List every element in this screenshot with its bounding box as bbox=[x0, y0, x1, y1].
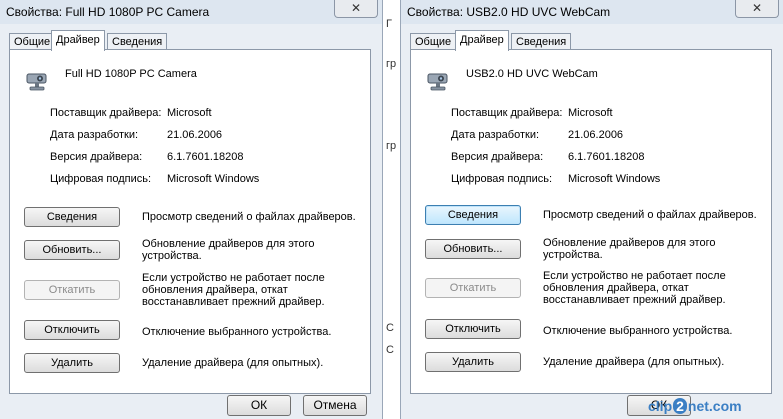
right-uninstall-button[interactable]: Удалить bbox=[425, 352, 521, 372]
left-tab-general[interactable]: Общие bbox=[9, 33, 56, 50]
left-cancel-button[interactable]: Отмена bbox=[303, 395, 367, 416]
right-provider-value: Microsoft bbox=[568, 107, 613, 119]
background-window-strip: Г гр гр С С bbox=[383, 0, 400, 419]
webcam-icon bbox=[427, 73, 448, 91]
right-rollback-description: Если устройство не работает после обновл… bbox=[543, 270, 726, 306]
background-fragment: Г bbox=[386, 18, 392, 30]
right-properties-window: Свойства: USB2.0 HD UVC WebCam ✕ Общие Д… bbox=[400, 0, 783, 419]
left-details-description: Просмотр сведений о файлах драйверов. bbox=[142, 211, 356, 223]
right-details-button[interactable]: Сведения bbox=[425, 205, 521, 225]
left-provider-label: Поставщик драйвера: bbox=[50, 107, 162, 119]
left-driver-panel: Full HD 1080P PC Camera Поставщик драйве… bbox=[9, 49, 371, 394]
right-titlebar: Свойства: USB2.0 HD UVC WebCam bbox=[401, 0, 783, 24]
left-signature-label: Цифровая подпись: bbox=[50, 173, 152, 185]
right-tab-general[interactable]: Общие bbox=[410, 33, 457, 50]
right-signature-value: Microsoft Windows bbox=[568, 173, 661, 185]
left-provider-value: Microsoft bbox=[167, 107, 212, 119]
watermark-text-middle: 2 bbox=[673, 398, 687, 414]
left-version-value: 6.1.7601.18208 bbox=[167, 151, 244, 163]
left-date-label: Дата разработки: bbox=[50, 129, 139, 141]
watermark-text-left: clip bbox=[648, 398, 673, 414]
right-close-button[interactable]: ✕ bbox=[735, 0, 779, 18]
right-update-button[interactable]: Обновить... bbox=[425, 239, 521, 259]
right-tab-details[interactable]: Сведения bbox=[511, 33, 572, 50]
right-uninstall-description: Удаление драйвера (для опытных). bbox=[543, 356, 725, 368]
watermark-logo: clip 2 net.com bbox=[648, 398, 742, 414]
left-tab-details[interactable]: Сведения bbox=[107, 33, 168, 50]
left-details-button[interactable]: Сведения bbox=[24, 207, 120, 227]
right-details-description: Просмотр сведений о файлах драйверов. bbox=[543, 209, 757, 221]
left-disable-description: Отключение выбранного устройства. bbox=[142, 326, 332, 338]
left-titlebar: Свойства: Full HD 1080P PC Camera bbox=[0, 0, 382, 24]
watermark-text-right: net.com bbox=[687, 398, 742, 414]
left-uninstall-description: Удаление драйвера (для опытных). bbox=[142, 357, 324, 369]
left-ok-button[interactable]: ОК bbox=[227, 395, 291, 416]
right-update-description: Обновление драйверов для этого устройств… bbox=[543, 237, 716, 261]
background-fragment: С bbox=[386, 344, 394, 356]
left-properties-window: Свойства: Full HD 1080P PC Camera ✕ Общи… bbox=[0, 0, 383, 419]
left-update-description: Обновление драйверов для этого устройств… bbox=[142, 238, 315, 262]
left-close-button[interactable]: ✕ bbox=[334, 0, 378, 18]
right-window-title: Свойства: USB2.0 HD UVC WebCam bbox=[407, 5, 611, 19]
left-rollback-description: Если устройство не работает после обновл… bbox=[142, 272, 325, 308]
left-version-label: Версия драйвера: bbox=[50, 151, 143, 163]
left-window-title: Свойства: Full HD 1080P PC Camera bbox=[6, 5, 210, 19]
right-tab-driver[interactable]: Драйвер bbox=[455, 30, 509, 51]
right-rollback-button[interactable]: Откатить bbox=[425, 278, 521, 298]
right-date-label: Дата разработки: bbox=[451, 129, 540, 141]
right-date-value: 21.06.2006 bbox=[568, 129, 624, 141]
background-fragment: гр bbox=[386, 58, 397, 70]
right-device-name: USB2.0 HD UVC WebCam bbox=[466, 68, 598, 80]
right-disable-button[interactable]: Отключить bbox=[425, 319, 521, 339]
webcam-icon bbox=[26, 73, 47, 91]
background-fragment: гр bbox=[386, 140, 397, 152]
right-version-label: Версия драйвера: bbox=[451, 151, 544, 163]
right-version-value: 6.1.7601.18208 bbox=[568, 151, 645, 163]
background-fragment: С bbox=[386, 322, 394, 334]
left-rollback-button[interactable]: Откатить bbox=[24, 280, 120, 300]
left-device-name: Full HD 1080P PC Camera bbox=[65, 68, 197, 80]
left-date-value: 21.06.2006 bbox=[167, 129, 223, 141]
left-tab-driver[interactable]: Драйвер bbox=[51, 30, 105, 51]
left-update-button[interactable]: Обновить... bbox=[24, 240, 120, 260]
right-disable-description: Отключение выбранного устройства. bbox=[543, 325, 733, 337]
right-driver-panel: USB2.0 HD UVC WebCam Поставщик драйвера:… bbox=[410, 49, 772, 394]
left-uninstall-button[interactable]: Удалить bbox=[24, 353, 120, 373]
left-signature-value: Microsoft Windows bbox=[167, 173, 260, 185]
right-provider-label: Поставщик драйвера: bbox=[451, 107, 563, 119]
right-signature-label: Цифровая подпись: bbox=[451, 173, 553, 185]
left-disable-button[interactable]: Отключить bbox=[24, 320, 120, 340]
